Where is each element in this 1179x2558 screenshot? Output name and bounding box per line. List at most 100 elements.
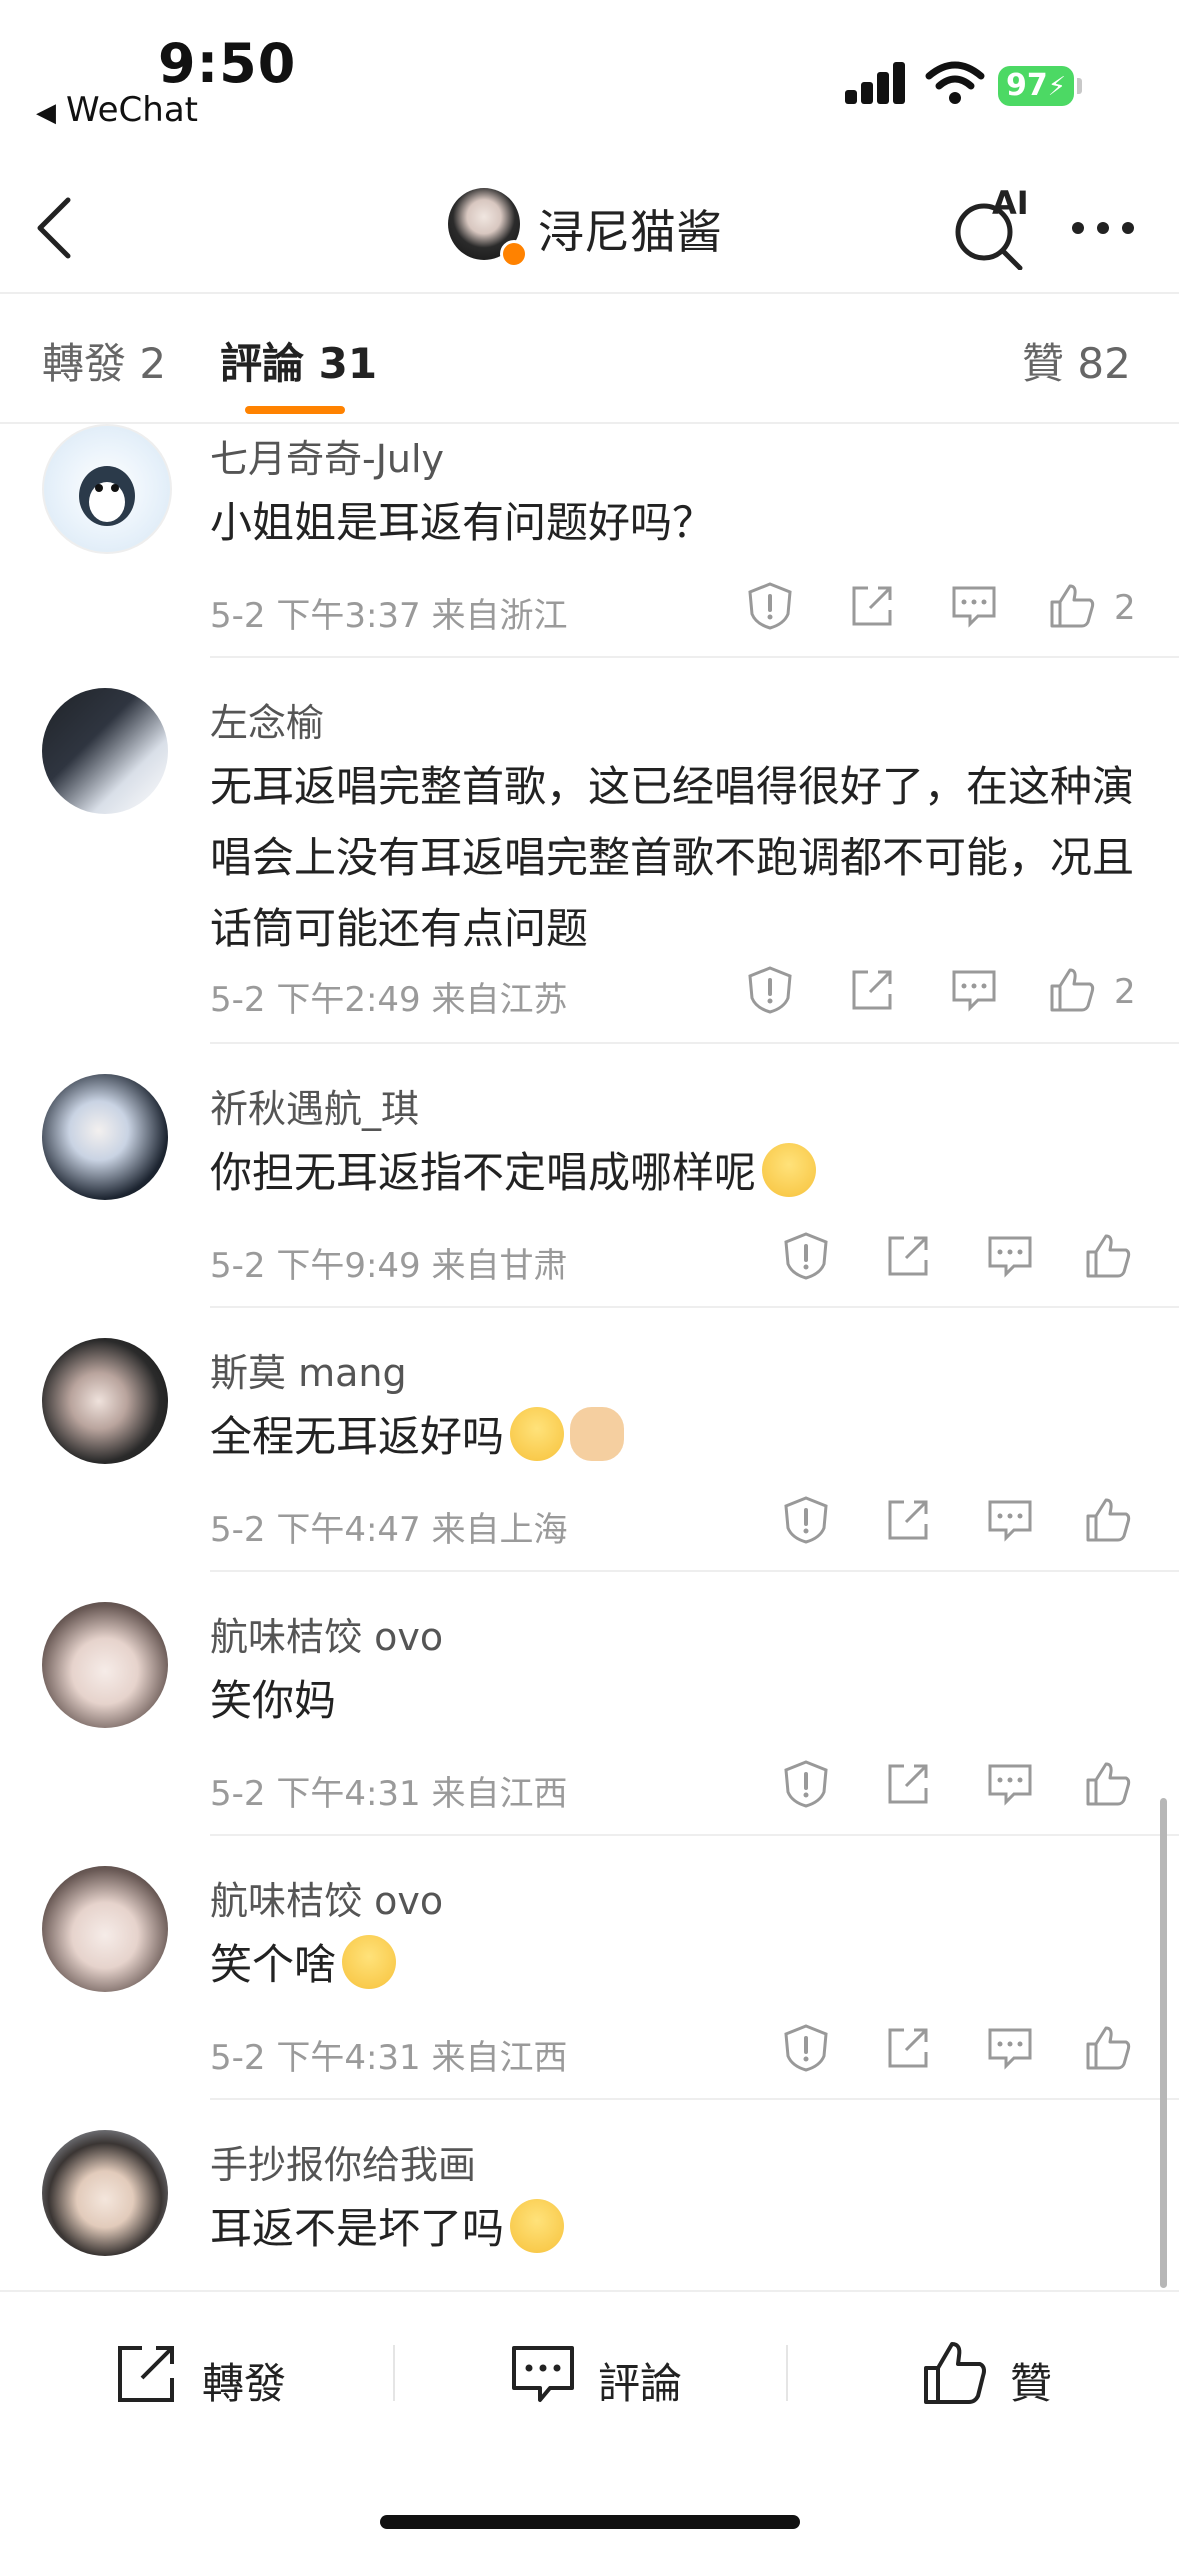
comment-divider: [210, 1570, 1179, 1572]
share-button[interactable]: [846, 580, 898, 632]
comment-divider: [210, 656, 1179, 658]
comment-divider: [210, 2098, 1179, 2100]
comment-bubble-icon: [952, 586, 996, 628]
reply-button[interactable]: [984, 1494, 1036, 1546]
comment-meta: 5-2 下午4:31 来自江西: [210, 1774, 568, 1814]
comment-text: 笑你妈: [210, 1676, 337, 1725]
comment-username[interactable]: 手抄报你给我画: [210, 2134, 476, 2189]
back-to-app-link[interactable]: ◀ WeChat: [36, 90, 198, 130]
scrollbar[interactable]: [1160, 1798, 1167, 2288]
share-icon: [118, 2346, 174, 2402]
penguin-avatar-icon: [79, 466, 135, 526]
comment-avatar[interactable]: [42, 2130, 168, 2256]
share-button[interactable]: [882, 2022, 934, 2074]
shield-alert-icon: [748, 582, 792, 630]
thumbs-up-icon: [924, 2342, 986, 2404]
report-button[interactable]: [780, 1758, 832, 1810]
comment-meta: 5-2 下午4:31 来自江西: [210, 2038, 568, 2078]
like-button[interactable]: [1046, 580, 1098, 632]
comment-username[interactable]: 航味桔饺 ovo: [210, 1606, 443, 1661]
comment-meta: 5-2 下午3:37 来自浙江: [210, 596, 568, 636]
sleepy-sweat-emoji-icon: [510, 2199, 565, 2253]
comment-bubble-icon: [952, 970, 996, 1012]
tabs-divider: [0, 422, 1179, 424]
back-app-label: WeChat: [66, 90, 198, 130]
comment-label: 評論: [598, 2359, 683, 2408]
thumbs-up-icon: [1086, 1234, 1131, 1278]
share-button[interactable]: [882, 1230, 934, 1282]
like-button[interactable]: [1082, 2022, 1134, 2074]
tab-likes[interactable]: 贊 82: [1022, 330, 1131, 391]
report-button[interactable]: [780, 1230, 832, 1282]
share-button[interactable]: [882, 1494, 934, 1546]
comment-username[interactable]: 左念榆: [210, 692, 324, 747]
shield-alert-icon: [784, 1232, 828, 1280]
reply-button[interactable]: [948, 580, 1000, 632]
comment-bubble-icon: [988, 1236, 1032, 1278]
comment-text: 全程无耳返好吗: [210, 1401, 1140, 1472]
verified-badge-icon: [500, 240, 528, 268]
comment-avatar[interactable]: [42, 688, 168, 814]
report-button[interactable]: [780, 2022, 832, 2074]
reply-button[interactable]: [948, 964, 1000, 1016]
comment-username[interactable]: 祈秋遇航_琪: [210, 1078, 419, 1133]
thumbs-up-icon: [1050, 584, 1095, 628]
comment-username[interactable]: 斯莫 mang: [210, 1342, 407, 1397]
more-dots-icon: [1072, 222, 1134, 234]
share-icon: [852, 586, 892, 626]
ai-label: AI: [992, 184, 1029, 222]
comment-meta: 5-2 下午4:47 来自上海: [210, 1510, 568, 1550]
back-button[interactable]: [30, 196, 80, 260]
more-options-button[interactable]: [1068, 218, 1138, 238]
status-time: 9:50: [158, 32, 297, 95]
ok-hand-emoji-icon: [570, 1407, 625, 1461]
reply-button[interactable]: [984, 1758, 1036, 1810]
thumbs-up-icon: [1050, 968, 1095, 1012]
page-title: 浔尼猫酱: [538, 205, 722, 259]
comment-username[interactable]: 航味桔饺 ovo: [210, 1870, 443, 1925]
comment-bubble-icon: [988, 1500, 1032, 1542]
shield-alert-icon: [784, 1760, 828, 1808]
like-button[interactable]: [1046, 964, 1098, 1016]
tab-repost[interactable]: 轉發 2: [42, 330, 166, 391]
comment-avatar[interactable]: [42, 1338, 168, 1464]
comment-divider: [210, 1834, 1179, 1836]
home-indicator[interactable]: [380, 2515, 800, 2529]
thumbs-up-icon: [1086, 2026, 1131, 2070]
shield-alert-icon: [748, 966, 792, 1014]
comment-text: 笑个啥: [210, 1929, 1140, 2000]
reply-button[interactable]: [984, 2022, 1036, 2074]
comment-meta: 5-2 下午2:49 来自江苏: [210, 980, 568, 1020]
like-button[interactable]: [1082, 1758, 1134, 1810]
report-button[interactable]: [744, 964, 796, 1016]
like-button[interactable]: [1082, 1230, 1134, 1282]
tab-comments[interactable]: 評論 31: [220, 330, 377, 391]
report-button[interactable]: [780, 1494, 832, 1546]
repost-label: 轉發: [202, 2359, 287, 2408]
charging-bolt-icon: ⚡: [1047, 72, 1066, 102]
comment-username[interactable]: 七月奇奇-July: [210, 428, 444, 483]
report-button[interactable]: [744, 580, 796, 632]
like-label: 贊: [1010, 2359, 1053, 2408]
shield-alert-icon: [784, 2024, 828, 2072]
bottom-divider: [393, 2345, 395, 2401]
sleepy-sweat-emoji-icon: [762, 1143, 817, 1197]
chevron-left-icon: [37, 197, 71, 259]
ai-search-button[interactable]: AI: [950, 184, 1030, 271]
like-button[interactable]: [1082, 1494, 1134, 1546]
comment-avatar[interactable]: [42, 424, 172, 554]
comment-avatar[interactable]: [42, 1602, 168, 1728]
thumbs-up-icon: [1086, 1498, 1131, 1542]
reply-button[interactable]: [984, 1230, 1036, 1282]
share-icon: [888, 1500, 928, 1540]
wifi-icon: [925, 60, 985, 106]
sleeping-emoji-icon: [342, 1935, 397, 1989]
share-button[interactable]: [846, 964, 898, 1016]
comment-bubble-icon: [988, 1764, 1032, 1806]
laughing-emoji-icon: [510, 1407, 565, 1461]
share-button[interactable]: [882, 1758, 934, 1810]
comment-text: 耳返不是坏了吗: [210, 2193, 1140, 2264]
comment-avatar[interactable]: [42, 1866, 168, 1992]
nav-divider: [0, 292, 1179, 294]
comment-avatar[interactable]: [42, 1074, 168, 1200]
